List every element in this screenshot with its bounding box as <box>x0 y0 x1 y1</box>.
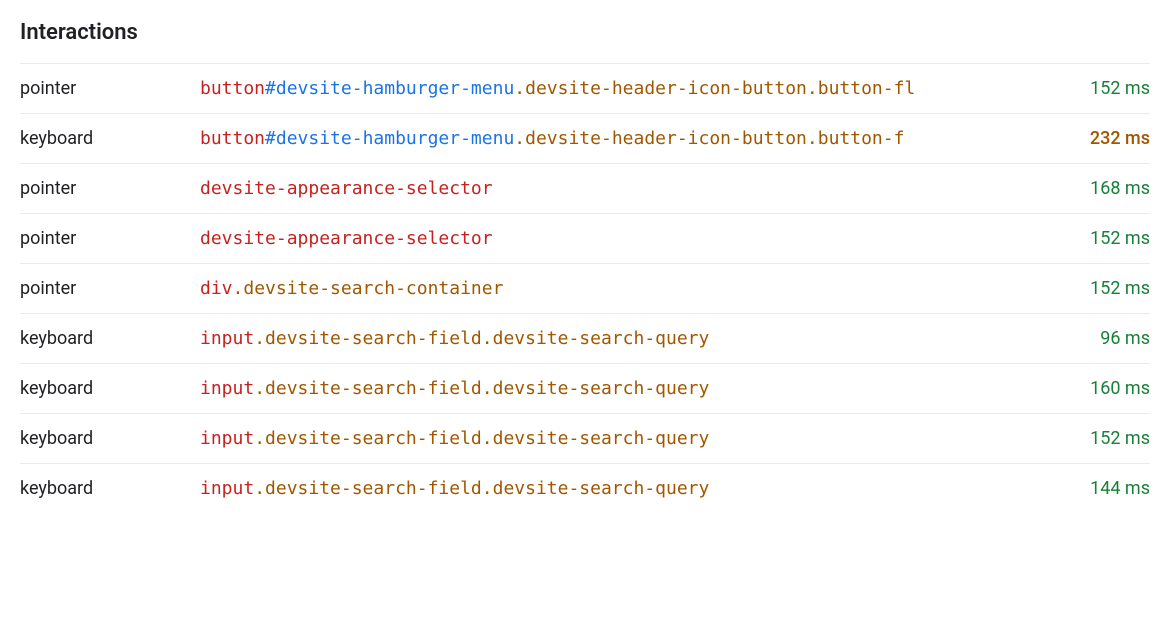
interaction-type: keyboard <box>20 378 200 399</box>
interaction-duration: 152 ms <box>1040 228 1150 249</box>
interactions-list: pointerbutton#devsite-hamburger-menu.dev… <box>20 63 1150 513</box>
selector-class: .button-f <box>807 128 905 149</box>
selector-class: .devsite-header-icon-button <box>514 78 807 99</box>
selector-class: .devsite-search-field <box>254 378 482 399</box>
selector-tag: div <box>200 278 233 299</box>
interaction-type: keyboard <box>20 478 200 499</box>
interaction-duration: 168 ms <box>1040 178 1150 199</box>
selector-class: .devsite-search-query <box>482 428 710 449</box>
selector-class: .devsite-search-query <box>482 328 710 349</box>
selector-class: .devsite-search-field <box>254 328 482 349</box>
selector-tag: input <box>200 378 254 399</box>
interaction-row[interactable]: pointerdevsite-appearance-selector 168 ms <box>20 163 1150 213</box>
selector-tag: input <box>200 328 254 349</box>
selector-class: .devsite-search-query <box>482 478 710 499</box>
interaction-row[interactable]: keyboardinput.devsite-search-field.devsi… <box>20 413 1150 463</box>
interaction-selector: button#devsite-hamburger-menu.devsite-he… <box>200 78 1040 99</box>
selector-tag: button <box>200 78 265 99</box>
interaction-row[interactable]: keyboardinput.devsite-search-field.devsi… <box>20 463 1150 513</box>
selector-tag: devsite-appearance-selector <box>200 178 493 199</box>
interaction-type: pointer <box>20 178 200 199</box>
selector-tag: input <box>200 428 254 449</box>
interaction-duration: 152 ms <box>1040 428 1150 449</box>
interaction-row[interactable]: keyboardbutton#devsite-hamburger-menu.de… <box>20 113 1150 163</box>
interaction-type: keyboard <box>20 128 200 149</box>
interaction-row[interactable]: pointerbutton#devsite-hamburger-menu.dev… <box>20 63 1150 113</box>
interaction-selector: button#devsite-hamburger-menu.devsite-he… <box>200 128 1040 149</box>
selector-tag: button <box>200 128 265 149</box>
interaction-row[interactable]: keyboardinput.devsite-search-field.devsi… <box>20 363 1150 413</box>
interaction-selector: input.devsite-search-field.devsite-searc… <box>200 428 1040 449</box>
selector-class: .button-fl <box>807 78 915 99</box>
interaction-selector: input.devsite-search-field.devsite-searc… <box>200 328 1040 349</box>
selector-class: .devsite-header-icon-button <box>514 128 807 149</box>
selector-id: #devsite-hamburger-menu <box>265 128 514 149</box>
interaction-selector: devsite-appearance-selector <box>200 178 1040 199</box>
interaction-duration: 232 ms <box>1040 128 1150 149</box>
interaction-duration: 152 ms <box>1040 78 1150 99</box>
section-title: Interactions <box>20 20 1150 45</box>
interaction-type: keyboard <box>20 428 200 449</box>
selector-tag: input <box>200 478 254 499</box>
interaction-duration: 152 ms <box>1040 278 1150 299</box>
interaction-duration: 144 ms <box>1040 478 1150 499</box>
interactions-panel: Interactions pointerbutton#devsite-hambu… <box>20 20 1150 513</box>
interaction-selector: div.devsite-search-container <box>200 278 1040 299</box>
interaction-row[interactable]: pointerdiv.devsite-search-container152 m… <box>20 263 1150 313</box>
interaction-selector: devsite-appearance-selector <box>200 228 1040 249</box>
selector-class: .devsite-search-query <box>482 378 710 399</box>
selector-class: .devsite-search-field <box>254 428 482 449</box>
interaction-selector: input.devsite-search-field.devsite-searc… <box>200 378 1040 399</box>
interaction-type: pointer <box>20 228 200 249</box>
interaction-type: pointer <box>20 78 200 99</box>
interaction-row[interactable]: keyboardinput.devsite-search-field.devsi… <box>20 313 1150 363</box>
interaction-type: pointer <box>20 278 200 299</box>
selector-class: .devsite-search-container <box>233 278 504 299</box>
interaction-type: keyboard <box>20 328 200 349</box>
interaction-row[interactable]: pointerdevsite-appearance-selector 152 ms <box>20 213 1150 263</box>
interaction-duration: 96 ms <box>1040 328 1150 349</box>
interaction-selector: input.devsite-search-field.devsite-searc… <box>200 478 1040 499</box>
interaction-duration: 160 ms <box>1040 378 1150 399</box>
selector-id: #devsite-hamburger-menu <box>265 78 514 99</box>
selector-tag: devsite-appearance-selector <box>200 228 493 249</box>
selector-class: .devsite-search-field <box>254 478 482 499</box>
